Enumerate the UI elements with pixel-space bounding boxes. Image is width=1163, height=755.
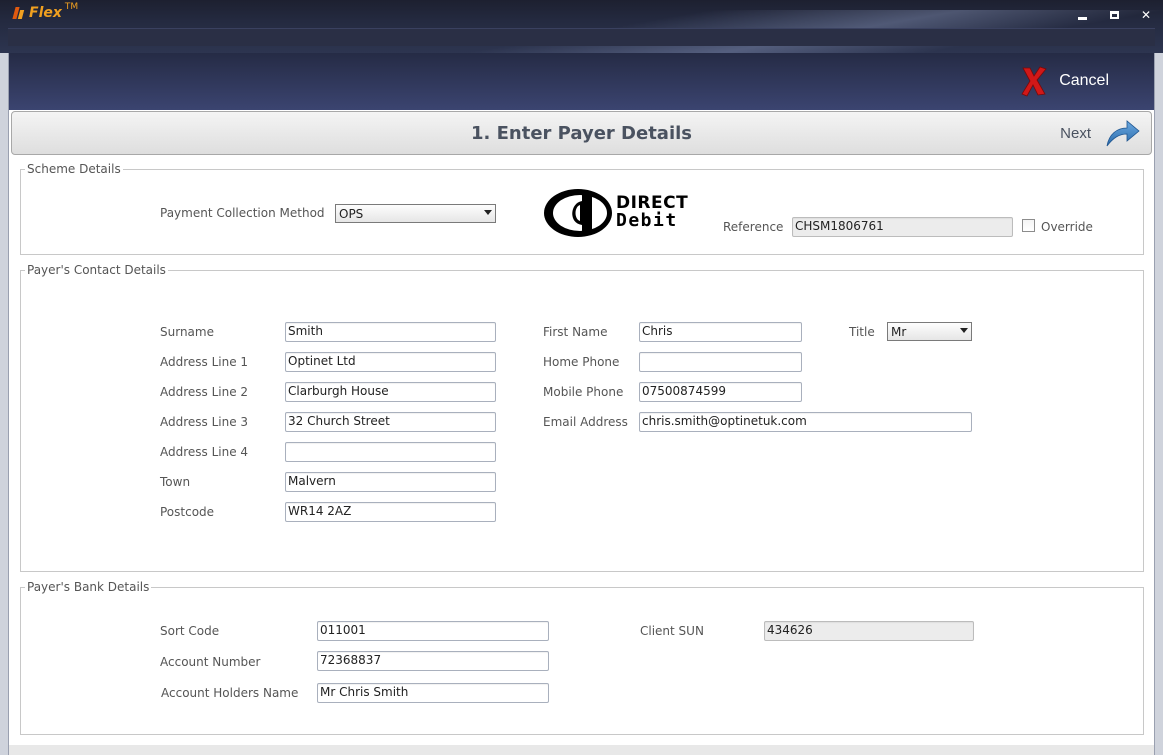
header-band: Cancel [9,53,1154,110]
postcode-label: Postcode [160,505,215,519]
toolbar-strip [8,28,1155,46]
sort-code-label: Sort Code [160,624,220,638]
minimize-button[interactable] [1075,8,1089,22]
home-phone-label: Home Phone [543,355,620,369]
bank-details-legend: Payer's Bank Details [25,580,152,594]
app-logo: Flex TM [12,2,79,21]
app-trademark: TM [64,2,79,12]
home-phone-field[interactable] [639,352,802,372]
title-select[interactable]: Mr [887,322,972,341]
account-holder-field[interactable]: Mr Chris Smith [317,683,549,703]
minimize-icon [1077,16,1087,20]
scheme-details-legend: Scheme Details [25,162,123,176]
cancel-label: Cancel [1059,72,1109,89]
town-label: Town [160,475,191,489]
client-sun-label: Client SUN [640,624,704,638]
close-icon: ✕ [1140,8,1152,22]
override-label: Override [1041,220,1093,234]
next-button[interactable]: Next [1060,118,1141,148]
bottom-band [9,745,1154,755]
maximize-button[interactable] [1107,8,1121,22]
reference-field[interactable]: CHSM1806761 [792,217,1013,237]
postcode-field[interactable]: WR14 2AZ [285,502,496,522]
address4-label: Address Line 4 [160,445,249,459]
step-title: 1. Enter Payer Details [470,123,693,144]
address2-field[interactable]: Clarburgh House [285,382,496,402]
email-field[interactable]: chris.smith@optinetuk.com [639,412,972,432]
payment-method-value: OPS [339,206,364,221]
app-name: Flex [29,5,62,21]
surname-label: Surname [160,325,214,339]
next-label: Next [1060,124,1091,142]
address3-field[interactable]: 32 Church Street [285,412,496,432]
client-sun-field[interactable]: 434626 [764,621,974,641]
town-field[interactable]: Malvern [285,472,496,492]
address1-label: Address Line 1 [160,355,249,369]
sort-code-field[interactable]: 011001 [317,621,549,641]
chevron-down-icon [960,328,968,333]
account-holder-label: Account Holders Name [161,686,299,700]
cancel-x-icon [1021,66,1047,97]
account-number-label: Account Number [160,655,261,669]
surname-field[interactable]: Smith [285,322,496,342]
mobile-phone-field[interactable]: 07500874599 [639,382,802,402]
override-checkbox[interactable] [1022,219,1035,232]
address4-field[interactable] [285,442,496,462]
cancel-button[interactable]: Cancel [1019,65,1109,97]
main-panel: Cancel 1. Enter Payer Details Next Schem… [8,53,1155,755]
direct-debit-logo: DIRECT Debit [542,187,704,239]
email-label: Email Address [543,415,628,429]
address3-label: Address Line 3 [160,415,249,429]
window-controls: ✕ [1075,8,1153,22]
close-button[interactable]: ✕ [1139,8,1153,22]
first-name-label: First Name [543,325,608,339]
address1-field[interactable]: Optinet Ltd [285,352,496,372]
next-arrow-icon [1106,120,1140,147]
address2-label: Address Line 2 [160,385,249,399]
contact-details-legend: Payer's Contact Details [25,263,168,277]
direct-debit-logo-line2: Debit [616,210,678,231]
reference-label: Reference [723,220,784,234]
title-value: Mr [891,324,907,339]
account-number-field[interactable]: 72368837 [317,651,549,671]
step-bar: 1. Enter Payer Details Next [11,111,1152,155]
payment-method-select[interactable]: OPS [335,204,496,223]
mobile-phone-label: Mobile Phone [543,385,624,399]
first-name-field[interactable]: Chris [639,322,802,342]
maximize-icon [1109,11,1119,19]
title-label: Title [849,325,875,339]
payment-method-label: Payment Collection Method [160,206,325,220]
flex-logo-icon [12,5,26,21]
chevron-down-icon [484,210,492,215]
